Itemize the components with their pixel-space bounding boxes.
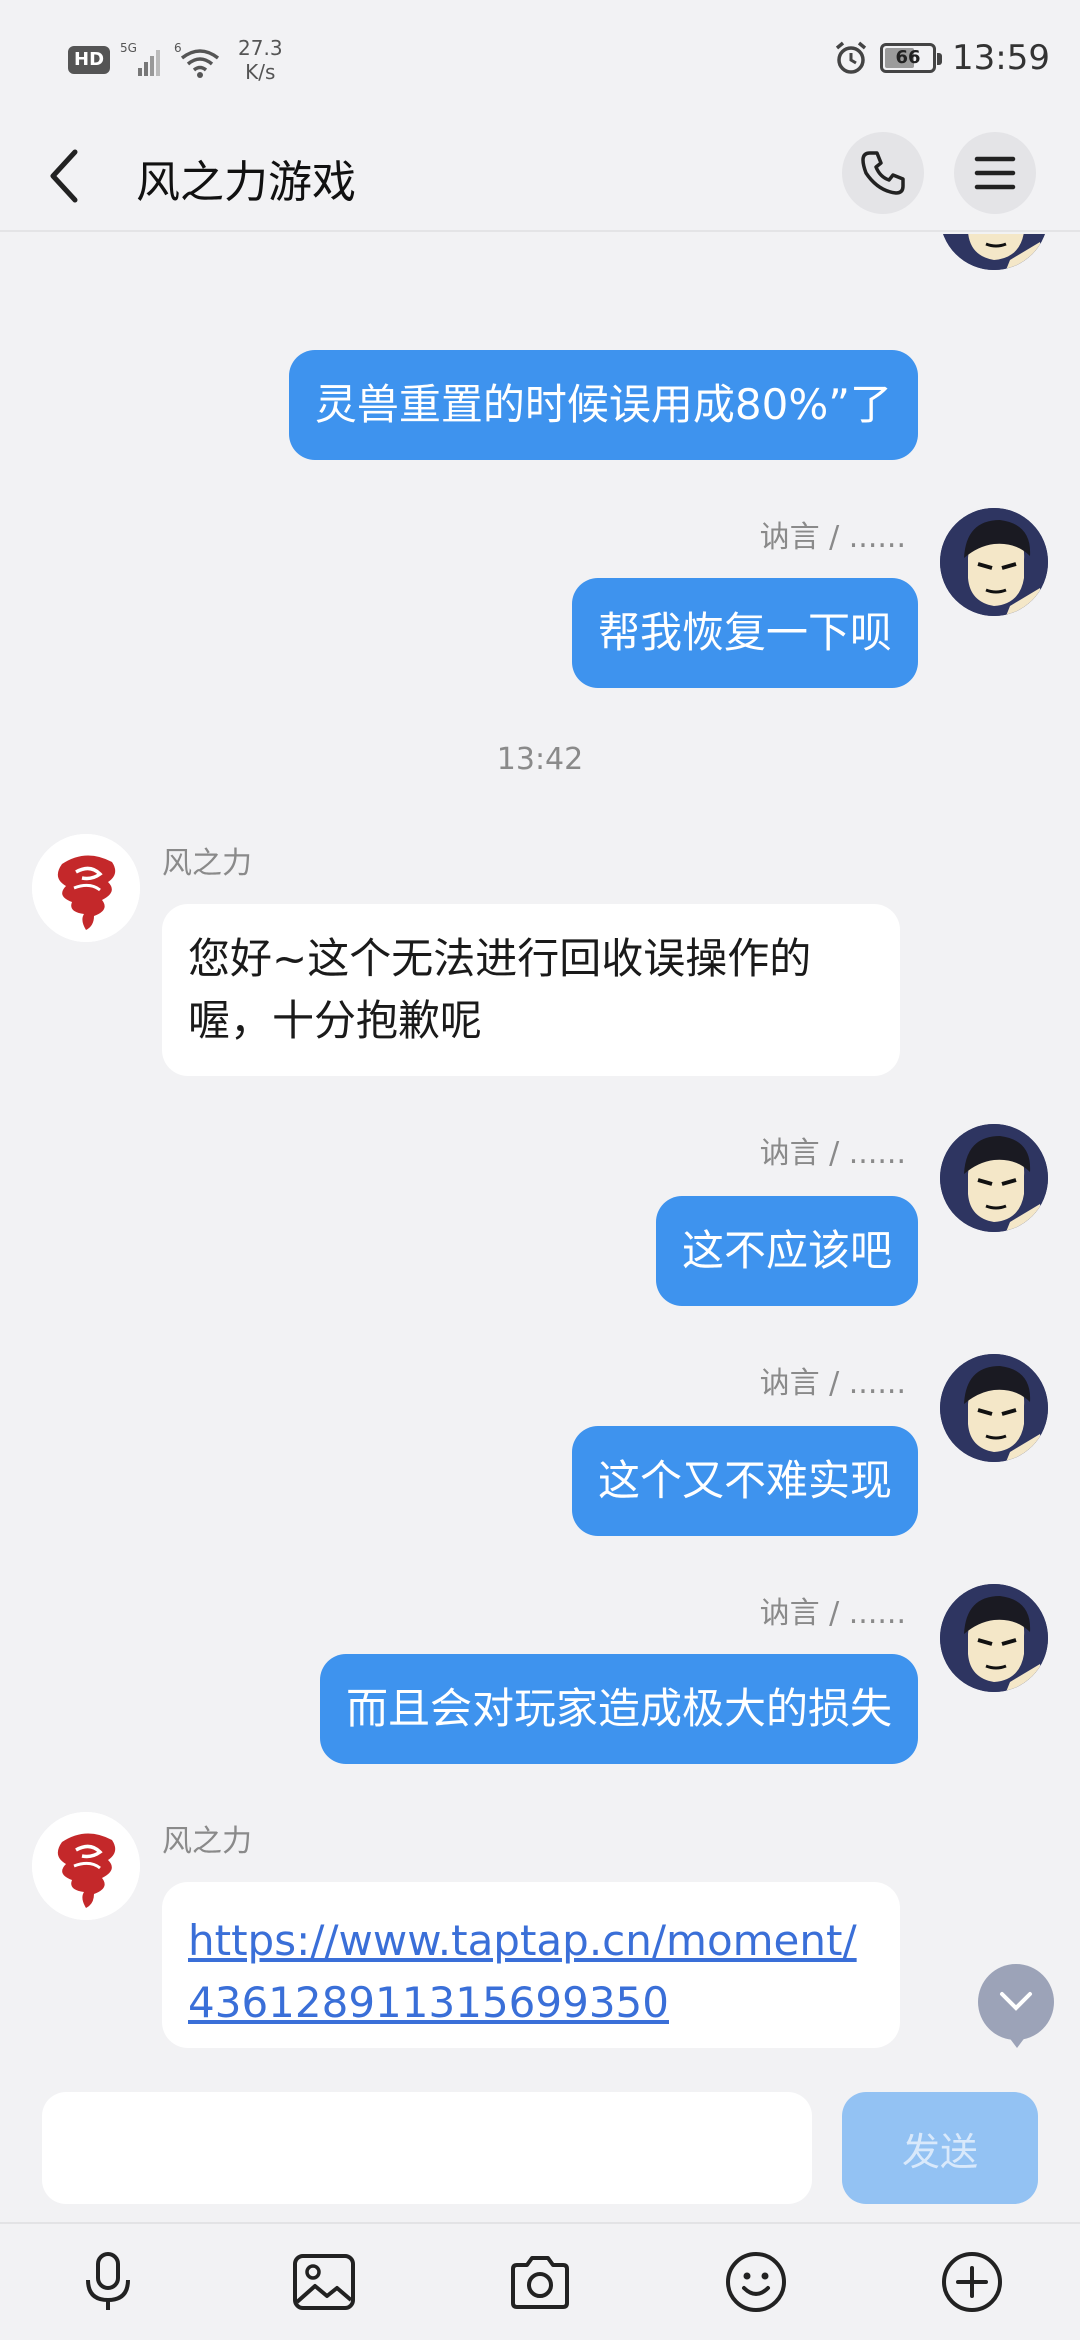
message-bubble-outgoing[interactable]: 帮我恢复一下呗 — [571, 578, 918, 688]
image-icon — [293, 2254, 355, 2310]
chat-area[interactable]: 灵兽重置的时候误用成80%”了 讷言 / ...... 帮我恢复一下呗 13:4… — [0, 234, 1080, 2084]
camera-button[interactable] — [432, 2224, 648, 2340]
battery-level: 66 — [895, 47, 921, 68]
scroll-to-bottom-button[interactable] — [978, 1964, 1054, 2048]
svg-text:6: 6 — [174, 41, 182, 55]
sender-name: 讷言 / ...... — [759, 1136, 906, 1171]
title-bar: 风之力游戏 — [0, 120, 1080, 232]
battery-icon: 66 — [880, 43, 943, 73]
sender-name: 风之力 — [162, 846, 252, 881]
add-icon — [942, 2252, 1002, 2312]
chevron-down-icon — [1000, 1992, 1032, 2011]
chat-toolbar — [0, 2222, 1080, 2340]
voice-button[interactable] — [0, 2224, 216, 2340]
status-bar: HD 5G 6 27.3 K/s 66 13:59 — [0, 0, 1080, 120]
message-link[interactable]: https://www.taptap.cn/moment/43612891131… — [188, 1916, 857, 2027]
user-avatar-icon — [940, 1354, 1048, 1462]
sender-name: 讷言 / ...... — [759, 520, 906, 555]
wifi-icon: 6 — [174, 41, 220, 78]
call-button[interactable] — [842, 132, 924, 214]
menu-icon — [974, 156, 1016, 190]
avatar[interactable] — [940, 234, 1048, 270]
message-bubble-incoming[interactable]: 您好~这个无法进行回收误操作的喔，十分抱歉呢 — [162, 904, 900, 1076]
message-bubble-outgoing[interactable]: 而且会对玩家造成极大的损失 — [319, 1654, 918, 1764]
phone-icon — [861, 151, 905, 195]
send-button[interactable]: 发送 — [842, 2092, 1038, 2204]
user-avatar-icon — [940, 234, 1048, 270]
avatar[interactable] — [940, 508, 1048, 616]
user-avatar-icon — [940, 1584, 1048, 1692]
cellular-signal-icon: 5G — [120, 41, 161, 76]
avatar[interactable] — [32, 1812, 140, 1920]
svg-text:5G: 5G — [120, 41, 137, 55]
menu-button[interactable] — [954, 132, 1036, 214]
sender-name: 讷言 / ...... — [759, 1596, 906, 1631]
sender-name: 讷言 / ...... — [759, 1366, 906, 1401]
microphone-icon — [86, 2252, 130, 2310]
network-speed: 27.3 K/s — [238, 36, 283, 84]
message-bubble-outgoing[interactable]: 这不应该吧 — [655, 1196, 918, 1306]
more-button[interactable] — [864, 2224, 1080, 2340]
user-avatar-icon — [940, 1124, 1048, 1232]
message-bubble-outgoing[interactable]: 灵兽重置的时候误用成80%”了 — [288, 350, 918, 460]
alarm-icon — [835, 41, 867, 74]
back-button[interactable] — [30, 140, 100, 212]
status-time: 13:59 — [952, 38, 1050, 78]
message-bubble-incoming: https://www.taptap.cn/moment/43612891131… — [162, 1882, 900, 2048]
gallery-button[interactable] — [216, 2224, 432, 2340]
emoji-icon — [726, 2252, 786, 2312]
chat-screen: HD 5G 6 27.3 K/s 66 13:59 风之力游戏 灵兽重置的时候误… — [0, 0, 1080, 2340]
emoji-button[interactable] — [648, 2224, 864, 2340]
user-avatar-icon — [940, 508, 1048, 616]
input-bar: 发送 — [0, 2084, 1080, 2222]
camera-icon — [511, 2256, 569, 2309]
hd-badge: HD — [68, 46, 111, 74]
avatar[interactable] — [940, 1124, 1048, 1232]
back-arrow-icon — [50, 149, 78, 203]
sender-name: 风之力 — [162, 1824, 252, 1859]
brand-avatar-icon — [32, 834, 140, 942]
avatar[interactable] — [940, 1354, 1048, 1462]
message-bubble-outgoing[interactable]: 这个又不难实现 — [571, 1426, 918, 1536]
avatar[interactable] — [940, 1584, 1048, 1692]
avatar[interactable] — [32, 834, 140, 942]
brand-avatar-icon — [32, 1812, 140, 1920]
message-input[interactable] — [42, 2092, 812, 2204]
page-title: 风之力游戏 — [136, 157, 356, 208]
message-timestamp: 13:42 — [496, 742, 584, 777]
